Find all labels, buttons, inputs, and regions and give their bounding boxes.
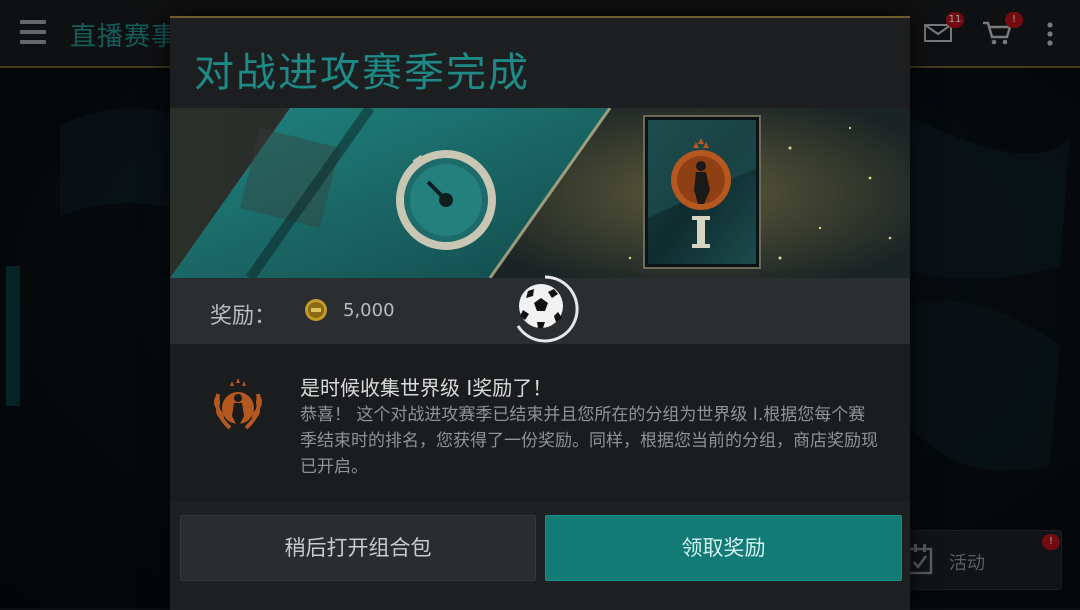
reward-value: 5,000 — [343, 300, 395, 321]
info-panel: 是时候收集世界级 I奖励了！ 恭喜！ 这个对战进攻赛季已结束并且您所在的分组为世… — [170, 344, 910, 502]
coin-icon — [305, 299, 327, 321]
bronze-laurel-emblem-icon — [214, 378, 262, 430]
season-complete-dialog: 对战进攻赛季完成 奖励： 5,000 是时候收集世界级 I奖励了！ 恭喜！ 这个… — [170, 16, 910, 610]
loading-spinner-icon — [516, 275, 579, 343]
open-later-button[interactable]: 稍后打开组合包 — [180, 515, 536, 581]
info-body: 恭喜！ 这个对战进攻赛季已结束并且您所在的分组为世界级 I.根据您每个赛季结束时… — [300, 405, 878, 477]
reward-label: 奖励： — [210, 304, 277, 329]
info-heading: 是时候收集世界级 I奖励了！ — [300, 376, 553, 400]
season-banner — [170, 108, 910, 278]
dialog-header: 对战进攻赛季完成 — [170, 18, 910, 108]
bronze-rank-card — [643, 115, 761, 269]
dialog-title: 对战进攻赛季完成 — [194, 50, 530, 96]
stopwatch-icon — [396, 150, 496, 250]
claim-reward-button[interactable]: 领取奖励 — [545, 515, 902, 581]
